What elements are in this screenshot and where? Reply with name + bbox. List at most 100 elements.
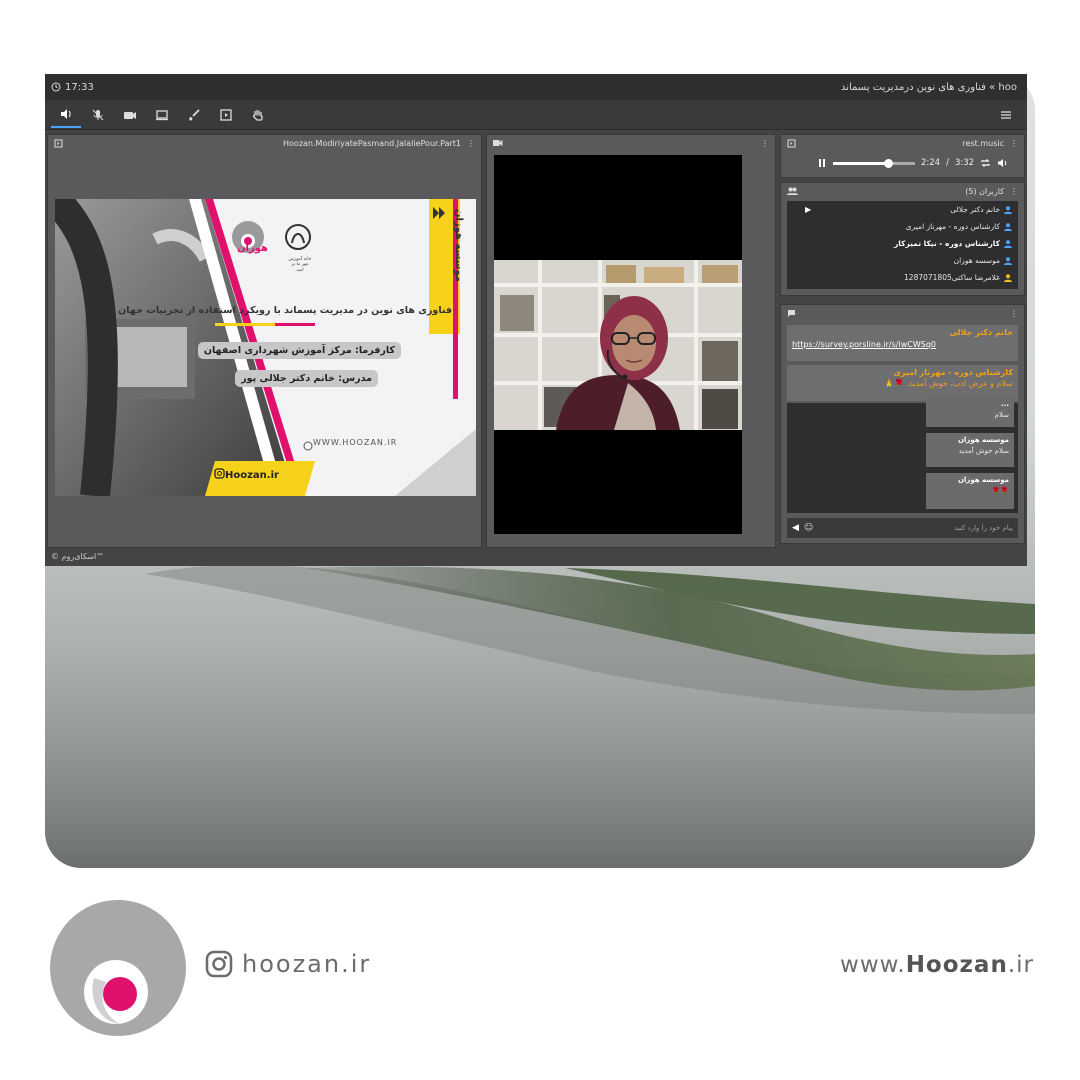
presentation-panel: Hoozan.ModiriyatePasmand.JalaliePour.Par… <box>47 134 482 548</box>
instagram-icon <box>205 950 233 978</box>
emoji-icon[interactable]: ☺ <box>804 523 813 533</box>
user-icon <box>1004 222 1012 231</box>
video-panel: ⋮ <box>486 134 776 548</box>
seek-handle[interactable] <box>884 158 894 168</box>
pinned-message-2: کارشناس دوره - مهرناز امیری سلام و عرض ا… <box>787 365 1018 401</box>
whiteboard-button[interactable] <box>179 102 209 128</box>
music-seek-bar[interactable] <box>833 158 915 168</box>
raise-hand-button[interactable] <box>243 102 273 128</box>
clock: 17:33 <box>51 82 94 93</box>
panel-menu-icon[interactable]: ⋮ <box>467 139 475 148</box>
page: 17:33 hoo » فناوری های نوین درمدیریت پسم… <box>0 0 1080 1080</box>
user-icon <box>1004 205 1012 214</box>
hamburger-icon <box>1001 110 1011 119</box>
users-panel: کاربران (5) ⋮ ▶ خانم دکتر جلالی کارشناس دو… <box>780 182 1025 296</box>
hoozan-logo <box>50 900 186 1036</box>
message-sender: موسسه هوزان <box>957 476 1009 484</box>
user-item[interactable]: کارشناس دوره - نیکا تمیزکار <box>787 235 1018 252</box>
clock-time: 17:33 <box>65 81 94 93</box>
slide-instagram: Hoozan.ir <box>225 470 279 481</box>
menu-button[interactable] <box>991 102 1021 128</box>
user-name: کارشناس دوره - نیکا تمیزکار <box>893 239 1000 248</box>
pinned-sender: کارشناس دوره - مهرناز امیری <box>893 368 1013 377</box>
toolbar <box>45 100 1027 130</box>
survey-link[interactable]: https://survey.porsline.ir/s/iwCWSq0 <box>792 340 1013 349</box>
skyroom-window: 17:33 hoo » فناوری های نوین درمدیریت پسم… <box>45 74 1027 566</box>
speaker-button[interactable] <box>51 102 81 128</box>
message-sender: موسسه هوزان <box>957 436 1009 444</box>
music-duration: 3:32 <box>954 158 975 168</box>
user-name: غلامرضا ساکتی1287071805 <box>904 273 1000 282</box>
chat-panel: ⋮ خانم دکتر جلالی https://survey.porslin… <box>780 304 1025 544</box>
clock-icon <box>51 82 61 92</box>
user-name: خانم دکتر جلالی <box>950 205 1000 214</box>
panel-menu-icon[interactable]: ⋮ <box>1010 139 1018 148</box>
footer-website[interactable]: www.Hoozan.ir <box>840 952 1034 978</box>
video-header: ⋮ <box>487 135 775 151</box>
chat-message: موسسه هوزان سلام خوش آمدید <box>926 433 1014 467</box>
presentation-file-name: Hoozan.ModiriyatePasmand.JalaliePour.Par… <box>283 138 461 148</box>
send-icon[interactable]: ◀ <box>792 523 799 533</box>
slide-title: فناوری های نوین در مدیریت پسماند با رویک… <box>118 305 452 316</box>
user-name: کارشناس دوره - مهرناز امیری <box>905 222 1000 231</box>
status-bar: © اسکای‌روم™ <box>51 552 105 561</box>
flower-emoji: 🌹🙏 <box>884 379 905 388</box>
user-item[interactable]: ▶ خانم دکتر جلالی <box>787 201 1018 218</box>
chat-input[interactable]: ◀ ☺ پیام خود را وارد کنید <box>787 518 1018 538</box>
slide-logo-text: هوزان <box>237 243 268 254</box>
user-icon <box>1004 256 1012 265</box>
camera-icon <box>124 111 136 119</box>
user-item[interactable]: موسسه هوزان <box>787 252 1018 269</box>
user-item[interactable]: غلامرضا ساکتی1287071805 <box>787 269 1018 286</box>
user-icon <box>1004 239 1012 248</box>
volume-icon[interactable] <box>997 158 1008 168</box>
message-text: سلام خوش آمدید <box>958 447 1009 455</box>
screen-icon <box>156 109 168 120</box>
repeat-icon[interactable] <box>980 158 991 168</box>
slide-employer: کارفرما: مرکز آموزش شهرداری اصفهان <box>197 342 401 359</box>
users-header: کاربران (5) ⋮ <box>781 183 1024 199</box>
message-text: 🌹🌹 <box>991 487 1009 495</box>
pinned-message-1: خانم دکتر جلالی https://survey.porsline.… <box>787 325 1018 361</box>
music-title: rest.music <box>962 138 1004 148</box>
screen-share-button[interactable] <box>147 102 177 128</box>
panel-menu-icon[interactable]: ⋮ <box>1010 309 1018 318</box>
media-icon <box>787 139 796 147</box>
user-camera-icon: ▶ <box>805 205 812 214</box>
pinned-text: سلام و عرض ادب، خوش آمدید. 🌹🙏 <box>884 379 1013 388</box>
instagram-handle: hoozan.ir <box>242 950 372 978</box>
footer-instagram[interactable]: hoozan.ir <box>205 950 371 978</box>
pause-icon[interactable] <box>817 158 827 168</box>
camera-button[interactable] <box>115 102 145 128</box>
message-sender: ... <box>1001 400 1009 408</box>
presentation-icon <box>54 139 63 147</box>
music-player: 2:24 / 3:32 <box>787 153 1017 173</box>
room-breadcrumb[interactable]: hoo » فناوری های نوین درمدیریت پسماند <box>841 82 1017 93</box>
webcam-frame <box>494 260 742 430</box>
music-current-time: 2:24 <box>921 158 941 168</box>
music-time-separator: / <box>946 158 949 168</box>
hand-icon <box>252 109 263 121</box>
slide-teacher: مدرس: خانم دکتر جلالی پور <box>235 370 378 387</box>
user-name: موسسه هوزان <box>953 256 1000 265</box>
brush-icon <box>189 108 200 120</box>
panel-menu-icon[interactable]: ⋮ <box>761 139 769 148</box>
slide-website: WWW.HOOZAN.IR <box>313 438 398 447</box>
slide-logo-caption: خانه آموزش مهر ما پر امید <box>288 257 312 273</box>
user-icon <box>1004 273 1012 282</box>
play-box-icon <box>220 108 232 121</box>
video-camera-icon <box>493 140 503 146</box>
chat-placeholder: پیام خود را وارد کنید <box>954 524 1013 532</box>
microphone-button[interactable] <box>83 102 113 128</box>
panel-menu-icon[interactable]: ⋮ <box>1010 187 1018 196</box>
user-item[interactable]: کارشناس دوره - مهرناز امیری <box>787 218 1018 235</box>
presentation-slide: موسسه هوزان هوزان خانه آموزش مهر ما پر ا… <box>55 199 476 496</box>
users-title: کاربران (5) <box>965 186 1004 196</box>
mic-off-icon <box>92 109 104 120</box>
speaker-icon <box>61 108 71 119</box>
title-bar: 17:33 hoo » فناوری های نوین درمدیریت پسم… <box>45 74 1027 100</box>
message-text: سلام <box>994 411 1009 419</box>
pinned-sender: خانم دکتر جلالی <box>949 328 1013 337</box>
media-button[interactable] <box>211 102 241 128</box>
webcam-video[interactable] <box>494 155 742 534</box>
